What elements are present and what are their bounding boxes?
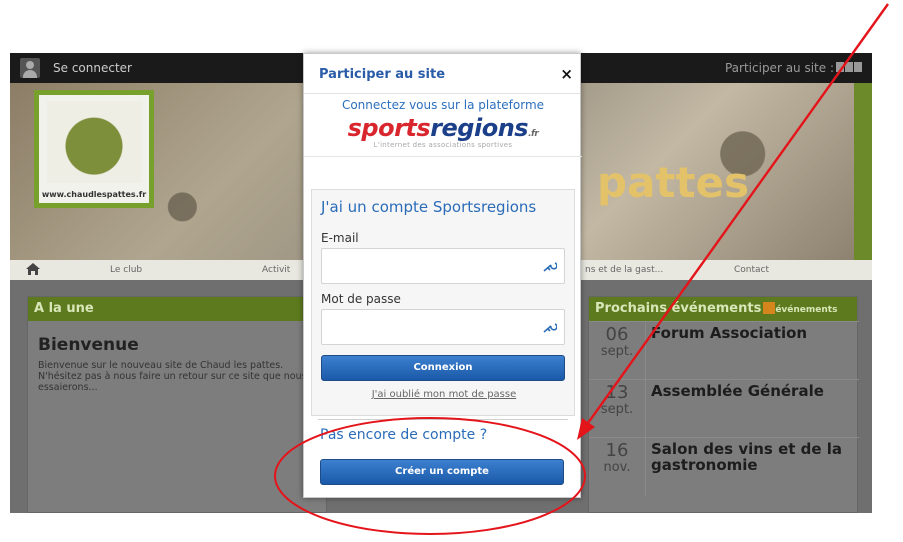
events-panel: Prochains événements événements 06 sept. F… [588, 296, 859, 513]
divider [318, 419, 568, 420]
nav-item-contact[interactable]: Contact [734, 265, 769, 275]
sportsregions-logo: sportsregions.fr [347, 114, 539, 142]
news-excerpt: Bienvenue sur le nouveau site de Chaud l… [38, 360, 307, 393]
password-field[interactable] [321, 309, 565, 345]
screenshot: Se connecter Participer au site : www.ch… [0, 0, 903, 542]
modal-title: Participer au site [319, 67, 446, 82]
logo-illustration [47, 101, 141, 183]
camera-icon[interactable] [845, 62, 853, 72]
login-title: J'ai un compte Sportsregions [321, 198, 537, 216]
key-icon [543, 262, 557, 272]
rss-icon[interactable] [763, 302, 776, 314]
nav-item-activities[interactable]: Activit [262, 265, 290, 275]
logo-url: www.chaudlespattes.fr [41, 190, 147, 199]
email-label: E-mail [321, 231, 359, 245]
event-item[interactable]: 16 nov. Salon des vins et de la gastronom… [589, 437, 859, 496]
nav-item-club[interactable]: Le club [110, 265, 142, 275]
news-heading: A la une [28, 297, 326, 321]
no-account-text: Pas encore de compte ? [320, 427, 488, 443]
video-icon[interactable] [854, 62, 862, 72]
participate-icons[interactable] [836, 61, 864, 75]
login-button[interactable]: Connexion [321, 355, 565, 381]
close-icon[interactable]: × [560, 65, 573, 83]
event-date: 06 sept. [600, 324, 634, 360]
rss-label[interactable]: événements [775, 305, 837, 315]
news-title[interactable]: Bienvenue [38, 335, 316, 355]
home-icon[interactable] [26, 263, 40, 275]
nav-item-salon[interactable]: ns et de la gast... [585, 265, 663, 275]
key-icon [543, 323, 557, 333]
events-heading: Prochains événements événements [589, 297, 857, 321]
email-field[interactable] [321, 248, 565, 284]
club-logo[interactable]: www.chaudlespattes.fr [34, 90, 154, 208]
event-title[interactable]: Forum Association [651, 325, 856, 341]
forgot-password-link[interactable]: J'ai oublié mon mot de passe [312, 389, 576, 400]
news-panel: A la une Bienvenue Bienvenue sur le nouv… [27, 296, 327, 513]
password-label: Mot de passe [321, 292, 401, 306]
create-account-button[interactable]: Créer un compte [320, 459, 564, 485]
user-avatar-icon[interactable] [20, 58, 40, 78]
event-item[interactable]: 13 sept. Assemblée Générale [589, 379, 859, 438]
event-item[interactable]: 06 sept. Forum Association [589, 321, 859, 380]
banner-title: pattes [597, 158, 750, 207]
edit-icon[interactable] [836, 62, 844, 72]
modal-header: Participer au site × [304, 54, 580, 94]
event-date: 16 nov. [603, 440, 631, 476]
login-form: J'ai un compte Sportsregions E-mail Mot … [311, 189, 575, 416]
event-date: 13 sept. [600, 382, 634, 418]
platform-text: Connectez vous sur la plateforme [341, 98, 545, 112]
login-modal: Participer au site × Connectez vous sur … [303, 53, 582, 498]
event-title[interactable]: Salon des vins et de la gastronomie [651, 441, 856, 473]
events-heading-text: Prochains événements [595, 301, 762, 316]
event-title[interactable]: Assemblée Générale [651, 383, 856, 399]
participate-label: Participer au site : [724, 61, 834, 75]
divider [304, 156, 582, 157]
login-link[interactable]: Se connecter [53, 61, 132, 75]
brand-tagline: L'internet des associations sportives [373, 141, 513, 149]
